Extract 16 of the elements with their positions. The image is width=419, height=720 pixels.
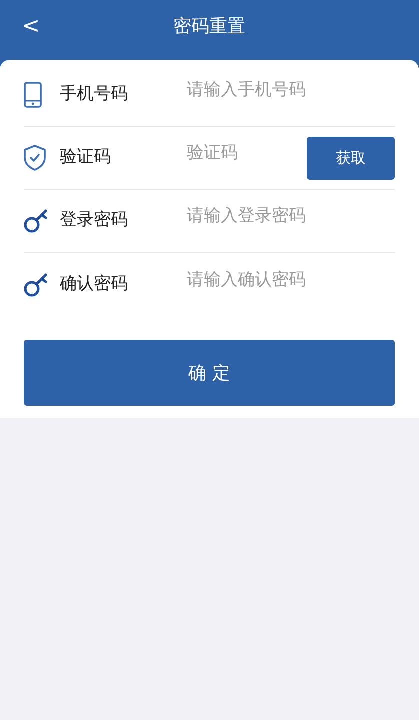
- field-label: 登录密码: [60, 209, 129, 232]
- phone-icon: [24, 82, 42, 108]
- key-icon: [24, 272, 50, 298]
- shield-check-icon: [24, 145, 46, 171]
- input-field[interactable]: 请输入登录密码: [187, 204, 395, 230]
- input-field[interactable]: 请输入手机号码: [187, 78, 395, 104]
- field-label: 确认密码: [60, 272, 129, 296]
- input-field[interactable]: 验证码: [187, 141, 307, 167]
- input-field[interactable]: 请输入确认密码: [187, 268, 395, 294]
- back-button[interactable]: <: [16, 12, 46, 42]
- get-code-button[interactable]: 获取: [307, 136, 395, 180]
- confirm-button[interactable]: 确 定: [24, 340, 395, 406]
- field-label: 手机号码: [60, 83, 129, 106]
- field-label: 验证码: [60, 146, 112, 170]
- key-icon: [24, 208, 50, 234]
- page-title: 密码重置: [174, 15, 246, 39]
